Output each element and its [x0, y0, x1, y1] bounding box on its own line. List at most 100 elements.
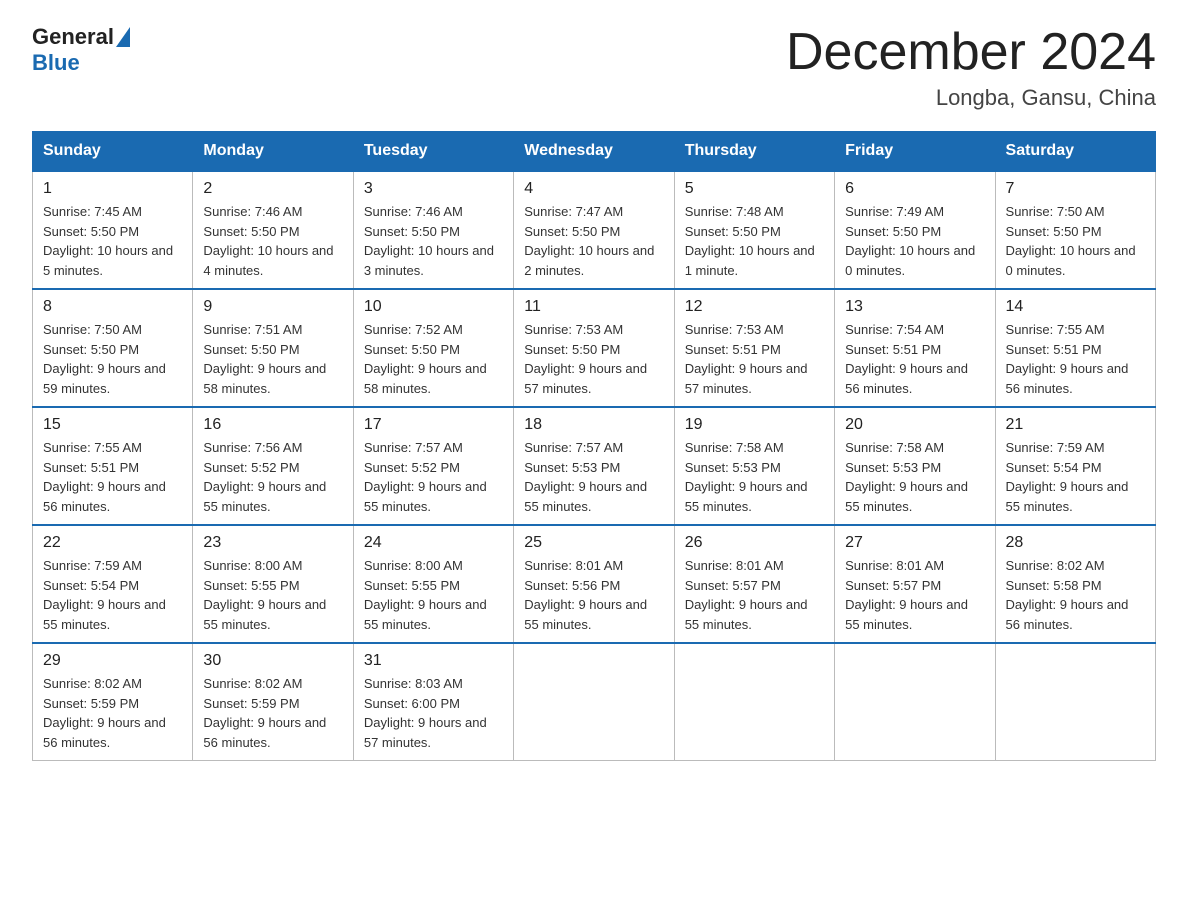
calendar-cell: 27Sunrise: 8:01 AMSunset: 5:57 PMDayligh… — [835, 525, 995, 643]
day-number: 26 — [685, 534, 824, 552]
day-number: 4 — [524, 180, 663, 198]
logo-blue-text: Blue — [32, 50, 80, 76]
calendar-cell: 29 Sunrise: 8:02 AMSunset: 5:59 PMDayligh… — [33, 643, 193, 761]
day-number: 13 — [845, 298, 984, 316]
calendar-cell: 22Sunrise: 7:59 AMSunset: 5:54 PMDayligh… — [33, 525, 193, 643]
day-number: 8 — [43, 298, 182, 316]
day-info: Sunrise: 8:02 AMSunset: 5:59 PMDaylight:… — [43, 674, 182, 752]
calendar-cell: 23 Sunrise: 8:00 AMSunset: 5:55 PMDayligh… — [193, 525, 353, 643]
day-number: 2 — [203, 180, 342, 198]
title-area: December 2024 Longba, Gansu, China — [786, 24, 1156, 111]
calendar-header-saturday: Saturday — [995, 132, 1155, 172]
calendar-cell: 7 Sunrise: 7:50 AMSunset: 5:50 PMDaylight… — [995, 171, 1155, 289]
day-number: 9 — [203, 298, 342, 316]
day-info: Sunrise: 7:55 AMSunset: 5:51 PMDaylight:… — [1006, 320, 1145, 398]
calendar-week-row: 8 Sunrise: 7:50 AMSunset: 5:50 PMDaylight… — [33, 289, 1156, 407]
day-number: 5 — [685, 180, 824, 198]
calendar-cell — [674, 643, 834, 761]
day-info: Sunrise: 7:51 AMSunset: 5:50 PMDaylight:… — [203, 320, 342, 398]
calendar-week-row: 29 Sunrise: 8:02 AMSunset: 5:59 PMDayligh… — [33, 643, 1156, 761]
calendar-cell: 21 Sunrise: 7:59 AMSunset: 5:54 PMDayligh… — [995, 407, 1155, 525]
day-number: 15 — [43, 416, 182, 434]
day-info: Sunrise: 8:03 AMSunset: 6:00 PMDaylight:… — [364, 674, 503, 752]
calendar-cell — [835, 643, 995, 761]
day-number: 16 — [203, 416, 342, 434]
calendar-cell: 15Sunrise: 7:55 AMSunset: 5:51 PMDayligh… — [33, 407, 193, 525]
day-number: 12 — [685, 298, 824, 316]
day-info: Sunrise: 7:53 AMSunset: 5:51 PMDaylight:… — [685, 320, 824, 398]
calendar-cell — [514, 643, 674, 761]
calendar-week-row: 1Sunrise: 7:45 AMSunset: 5:50 PMDaylight… — [33, 171, 1156, 289]
calendar-cell: 2 Sunrise: 7:46 AMSunset: 5:50 PMDaylight… — [193, 171, 353, 289]
day-info: Sunrise: 7:57 AMSunset: 5:53 PMDaylight:… — [524, 438, 663, 516]
logo-triangle-icon — [116, 27, 130, 47]
calendar-cell: 12 Sunrise: 7:53 AMSunset: 5:51 PMDayligh… — [674, 289, 834, 407]
day-number: 25 — [524, 534, 663, 552]
day-info: Sunrise: 8:00 AMSunset: 5:55 PMDaylight:… — [203, 556, 342, 634]
day-info: Sunrise: 7:58 AMSunset: 5:53 PMDaylight:… — [685, 438, 824, 516]
calendar-week-row: 15Sunrise: 7:55 AMSunset: 5:51 PMDayligh… — [33, 407, 1156, 525]
day-info: Sunrise: 7:58 AMSunset: 5:53 PMDaylight:… — [845, 438, 984, 516]
day-number: 6 — [845, 180, 984, 198]
calendar-cell: 18Sunrise: 7:57 AMSunset: 5:53 PMDayligh… — [514, 407, 674, 525]
calendar-cell: 16 Sunrise: 7:56 AMSunset: 5:52 PMDayligh… — [193, 407, 353, 525]
day-info: Sunrise: 7:53 AMSunset: 5:50 PMDaylight:… — [524, 320, 663, 398]
calendar-cell: 3Sunrise: 7:46 AMSunset: 5:50 PMDaylight… — [353, 171, 513, 289]
day-info: Sunrise: 8:01 AMSunset: 5:56 PMDaylight:… — [524, 556, 663, 634]
calendar-cell: 26 Sunrise: 8:01 AMSunset: 5:57 PMDayligh… — [674, 525, 834, 643]
day-info: Sunrise: 7:50 AMSunset: 5:50 PMDaylight:… — [43, 320, 182, 398]
calendar-header-thursday: Thursday — [674, 132, 834, 172]
calendar-cell: 13Sunrise: 7:54 AMSunset: 5:51 PMDayligh… — [835, 289, 995, 407]
day-number: 17 — [364, 416, 503, 434]
day-number: 3 — [364, 180, 503, 198]
calendar-cell: 25 Sunrise: 8:01 AMSunset: 5:56 PMDayligh… — [514, 525, 674, 643]
day-number: 20 — [845, 416, 984, 434]
day-info: Sunrise: 8:02 AMSunset: 5:58 PMDaylight:… — [1006, 556, 1145, 634]
calendar-header-tuesday: Tuesday — [353, 132, 513, 172]
calendar-cell: 24 Sunrise: 8:00 AMSunset: 5:55 PMDayligh… — [353, 525, 513, 643]
day-info: Sunrise: 7:56 AMSunset: 5:52 PMDaylight:… — [203, 438, 342, 516]
day-number: 7 — [1006, 180, 1145, 198]
day-info: Sunrise: 7:59 AMSunset: 5:54 PMDaylight:… — [1006, 438, 1145, 516]
calendar-header-friday: Friday — [835, 132, 995, 172]
day-number: 27 — [845, 534, 984, 552]
calendar-cell: 28 Sunrise: 8:02 AMSunset: 5:58 PMDayligh… — [995, 525, 1155, 643]
calendar-cell: 8 Sunrise: 7:50 AMSunset: 5:50 PMDaylight… — [33, 289, 193, 407]
month-title: December 2024 — [786, 24, 1156, 81]
logo-general-text: General — [32, 24, 114, 50]
day-info: Sunrise: 7:50 AMSunset: 5:50 PMDaylight:… — [1006, 202, 1145, 280]
calendar-cell: 17Sunrise: 7:57 AMSunset: 5:52 PMDayligh… — [353, 407, 513, 525]
day-number: 31 — [364, 652, 503, 670]
calendar-cell: 31 Sunrise: 8:03 AMSunset: 6:00 PMDayligh… — [353, 643, 513, 761]
day-info: Sunrise: 8:01 AMSunset: 5:57 PMDaylight:… — [685, 556, 824, 634]
day-info: Sunrise: 7:48 AMSunset: 5:50 PMDaylight:… — [685, 202, 824, 280]
calendar-header-sunday: Sunday — [33, 132, 193, 172]
calendar-cell: 30Sunrise: 8:02 AMSunset: 5:59 PMDayligh… — [193, 643, 353, 761]
calendar-header-row: SundayMondayTuesdayWednesdayThursdayFrid… — [33, 132, 1156, 172]
day-number: 19 — [685, 416, 824, 434]
day-number: 29 — [43, 652, 182, 670]
day-info: Sunrise: 8:02 AMSunset: 5:59 PMDaylight:… — [203, 674, 342, 752]
calendar-cell: 1Sunrise: 7:45 AMSunset: 5:50 PMDaylight… — [33, 171, 193, 289]
logo: General Blue — [32, 24, 132, 76]
calendar-header-wednesday: Wednesday — [514, 132, 674, 172]
day-info: Sunrise: 7:52 AMSunset: 5:50 PMDaylight:… — [364, 320, 503, 398]
calendar-cell: 4Sunrise: 7:47 AMSunset: 5:50 PMDaylight… — [514, 171, 674, 289]
calendar-cell: 10 Sunrise: 7:52 AMSunset: 5:50 PMDayligh… — [353, 289, 513, 407]
calendar-cell: 11Sunrise: 7:53 AMSunset: 5:50 PMDayligh… — [514, 289, 674, 407]
day-number: 21 — [1006, 416, 1145, 434]
day-number: 28 — [1006, 534, 1145, 552]
calendar-header-monday: Monday — [193, 132, 353, 172]
day-info: Sunrise: 7:49 AMSunset: 5:50 PMDaylight:… — [845, 202, 984, 280]
calendar-table: SundayMondayTuesdayWednesdayThursdayFrid… — [32, 131, 1156, 761]
calendar-cell: 20 Sunrise: 7:58 AMSunset: 5:53 PMDayligh… — [835, 407, 995, 525]
day-number: 10 — [364, 298, 503, 316]
day-info: Sunrise: 8:00 AMSunset: 5:55 PMDaylight:… — [364, 556, 503, 634]
calendar-cell: 19 Sunrise: 7:58 AMSunset: 5:53 PMDayligh… — [674, 407, 834, 525]
day-info: Sunrise: 7:46 AMSunset: 5:50 PMDaylight:… — [203, 202, 342, 280]
calendar-cell — [995, 643, 1155, 761]
day-number: 14 — [1006, 298, 1145, 316]
day-number: 23 — [203, 534, 342, 552]
day-number: 24 — [364, 534, 503, 552]
calendar-cell: 6 Sunrise: 7:49 AMSunset: 5:50 PMDaylight… — [835, 171, 995, 289]
